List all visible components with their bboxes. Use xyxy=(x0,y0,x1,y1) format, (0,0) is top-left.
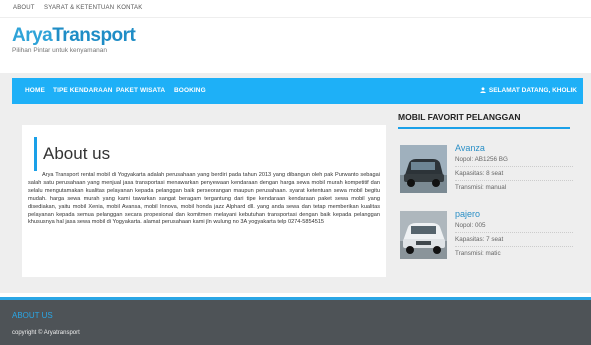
about-title: About us xyxy=(43,144,111,163)
main-navbar: HOME TIPE KENDARAAN PAKET WISATA BOOKING… xyxy=(12,78,583,104)
brand-tagline: Pilihan Pintar untuk kenyamanan xyxy=(12,47,108,54)
user-icon xyxy=(480,87,486,93)
about-body-text: Arya Transport rental mobil di Yogyakart… xyxy=(28,172,380,226)
footer: ABOUT US copyright © Aryatransport xyxy=(0,297,591,345)
car-transmission: Transmisi: manual xyxy=(455,184,507,191)
brand-title-part2: Transport xyxy=(52,25,136,46)
top-link-about[interactable]: ABOUT xyxy=(13,5,35,11)
nav-tour-packages[interactable]: PAKET WISATA xyxy=(116,87,165,94)
car-photo-pajero[interactable] xyxy=(400,211,447,259)
car-name[interactable]: pajero xyxy=(455,209,480,219)
favorite-cars-underline xyxy=(398,127,570,129)
car-item-pajero[interactable]: pajero Nopol: 005 Kapasitas: 7 seat Tran… xyxy=(398,209,574,271)
top-link-contact[interactable]: KONTAK xyxy=(117,5,142,11)
about-card: About us Arya Transport rental mobil di … xyxy=(22,125,386,277)
car-capacity: Kapasitas: 7 seat xyxy=(455,236,573,247)
brand-title: AryaTransport xyxy=(12,25,136,46)
car-capacity: Kapasitas: 8 seat xyxy=(455,170,573,181)
about-heading-block: About us xyxy=(34,137,110,171)
brand-logo[interactable]: AryaTransport Pilihan Pintar untuk kenya… xyxy=(12,25,136,55)
car-plate: Nopol: 005 xyxy=(455,222,573,233)
footer-copyright: copyright © Aryatransport xyxy=(12,330,80,336)
top-links-bar: ABOUT SYARAT & KETENTUAN KONTAK xyxy=(0,0,591,18)
footer-title[interactable]: ABOUT US xyxy=(12,311,53,320)
car-plate: Nopol: AB1256 BG xyxy=(455,156,573,167)
car-image-icon xyxy=(400,145,447,193)
car-image-icon xyxy=(400,211,447,259)
car-item-avanza[interactable]: Avanza Nopol: AB1256 BG Kapasitas: 8 sea… xyxy=(398,143,574,205)
brand-title-part1: Arya xyxy=(12,25,53,46)
user-greeting-label: SELAMAT DATANG, KHOLIK xyxy=(488,87,577,94)
favorite-cars-title: MOBIL FAVORIT PELANGGAN xyxy=(398,112,521,122)
top-link-terms[interactable]: SYARAT & KETENTUAN xyxy=(44,5,114,11)
nav-vehicle-types[interactable]: TIPE KENDARAAN xyxy=(53,87,113,94)
nav-home[interactable]: HOME xyxy=(25,87,45,94)
car-transmission: Transmisi: matic xyxy=(455,250,501,257)
favorite-cars-header: MOBIL FAVORIT PELANGGAN xyxy=(398,112,574,129)
car-photo-avanza[interactable] xyxy=(400,145,447,193)
user-greeting-menu[interactable]: SELAMAT DATANG, KHOLIK xyxy=(480,87,577,94)
nav-booking[interactable]: BOOKING xyxy=(174,87,206,94)
car-name[interactable]: Avanza xyxy=(455,143,485,153)
